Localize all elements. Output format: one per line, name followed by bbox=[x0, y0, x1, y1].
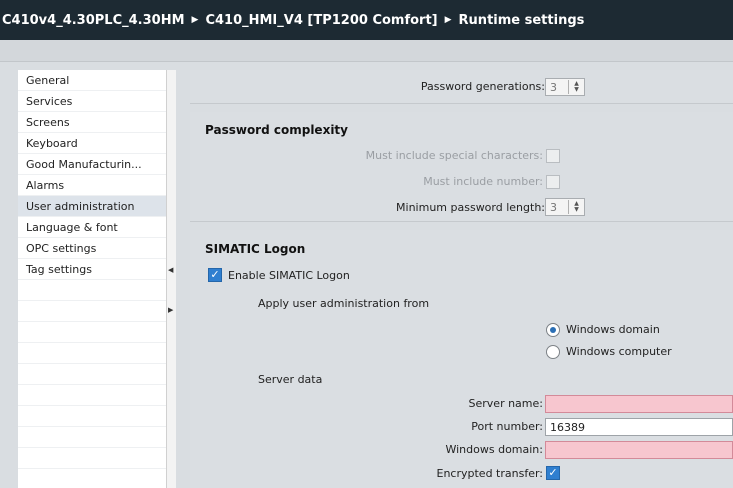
windows-domain-input[interactable] bbox=[545, 441, 733, 459]
sidebar-item-services[interactable]: Services bbox=[18, 91, 166, 112]
spinner-arrows-icon[interactable]: ▲ ▼ bbox=[568, 200, 584, 214]
breadcrumb-project[interactable]: C410v4_4.30PLC_4.30HM bbox=[2, 13, 185, 28]
sidebar-item-opc-settings[interactable]: OPC settings bbox=[18, 238, 166, 259]
collapse-left-icon[interactable]: ◀ bbox=[168, 266, 173, 274]
password-complexity-title: Password complexity bbox=[205, 123, 348, 137]
list-item bbox=[18, 406, 166, 427]
sidebar-item-keyboard[interactable]: Keyboard bbox=[18, 133, 166, 154]
sidebar-item-user-administration[interactable]: User administration bbox=[18, 196, 166, 217]
sidebar-item-screens[interactable]: Screens bbox=[18, 112, 166, 133]
special-characters-checkbox[interactable] bbox=[546, 149, 560, 163]
min-password-length-value: 3 bbox=[550, 200, 557, 214]
port-number-input[interactable] bbox=[545, 418, 733, 436]
list-item bbox=[18, 343, 166, 364]
windows-domain-option-label: Windows domain bbox=[566, 323, 660, 336]
windows-domain-label: Windows domain: bbox=[445, 443, 543, 456]
list-item bbox=[18, 280, 166, 301]
password-generations-section: Password generations: 3 ▲ ▼ bbox=[190, 70, 733, 104]
simatic-logon-title: SIMATIC Logon bbox=[205, 242, 306, 256]
windows-computer-option-label: Windows computer bbox=[566, 345, 672, 358]
list-item bbox=[18, 301, 166, 322]
sidebar-item-tag-settings[interactable]: Tag settings bbox=[18, 259, 166, 280]
list-item bbox=[18, 427, 166, 448]
list-item bbox=[18, 385, 166, 406]
include-number-label: Must include number: bbox=[423, 175, 543, 188]
server-data-label: Server data bbox=[258, 373, 323, 386]
password-generations-label: Password generations: bbox=[420, 80, 545, 93]
server-name-input[interactable] bbox=[545, 395, 733, 413]
spinner-arrows-icon[interactable]: ▲ ▼ bbox=[568, 80, 584, 94]
breadcrumb-device[interactable]: C410_HMI_V4 [TP1200 Comfort] bbox=[205, 13, 437, 28]
breadcrumb: C410v4_4.30PLC_4.30HM ▶ C410_HMI_V4 [TP1… bbox=[0, 0, 733, 40]
encrypted-transfer-checkbox[interactable]: ✓ bbox=[546, 466, 560, 480]
breadcrumb-separator-icon: ▶ bbox=[444, 15, 452, 25]
sidebar-item-alarms[interactable]: Alarms bbox=[18, 175, 166, 196]
windows-domain-radio[interactable] bbox=[546, 323, 560, 337]
password-generations-spinner[interactable]: 3 ▲ ▼ bbox=[545, 78, 585, 96]
port-number-label: Port number: bbox=[471, 420, 543, 433]
password-complexity-section: Password complexity Must include special… bbox=[190, 112, 733, 222]
encrypted-transfer-label: Encrypted transfer: bbox=[436, 467, 544, 480]
breadcrumb-runtime-settings[interactable]: Runtime settings bbox=[459, 13, 585, 28]
min-password-length-label: Minimum password length: bbox=[396, 201, 545, 214]
simatic-logon-section: SIMATIC Logon ✓ Enable SIMATIC Logon App… bbox=[190, 230, 733, 488]
sidebar-item-good-manufacturing[interactable]: Good Manufacturin... bbox=[18, 154, 166, 175]
settings-panel: Password generations: 3 ▲ ▼ Password comp… bbox=[190, 62, 733, 488]
password-generations-value: 3 bbox=[550, 80, 557, 94]
breadcrumb-separator-icon: ▶ bbox=[191, 15, 199, 25]
enable-simatic-logon-checkbox[interactable]: ✓ bbox=[208, 268, 222, 282]
min-password-length-spinner[interactable]: 3 ▲ ▼ bbox=[545, 198, 585, 216]
sidebar-splitter[interactable]: ◀ ▶ bbox=[166, 70, 176, 488]
include-number-checkbox[interactable] bbox=[546, 175, 560, 189]
toolbar bbox=[0, 40, 733, 62]
enable-simatic-logon-label: Enable SIMATIC Logon bbox=[228, 269, 350, 282]
windows-computer-radio[interactable] bbox=[546, 345, 560, 359]
special-characters-label: Must include special characters: bbox=[365, 149, 543, 162]
list-item bbox=[18, 364, 166, 385]
server-name-label: Server name: bbox=[468, 397, 543, 410]
list-item bbox=[18, 322, 166, 343]
list-item bbox=[18, 448, 166, 469]
apply-user-admin-label: Apply user administration from bbox=[258, 297, 430, 310]
sidebar-nav: General Services Screens Keyboard Good M… bbox=[18, 70, 176, 488]
expand-right-icon[interactable]: ▶ bbox=[168, 306, 173, 314]
sidebar-item-language-font[interactable]: Language & font bbox=[18, 217, 166, 238]
sidebar-item-general[interactable]: General bbox=[18, 70, 166, 91]
